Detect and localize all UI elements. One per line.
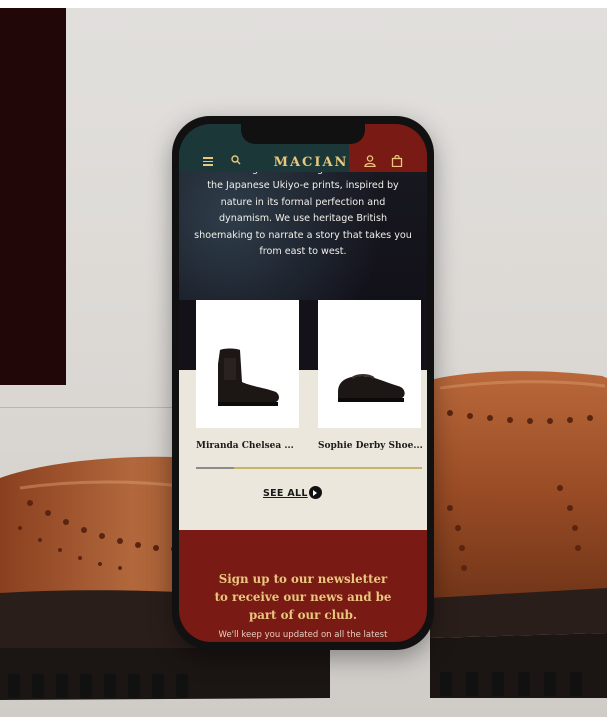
newsletter-section: Sign up to our newsletter to receive our…	[179, 530, 427, 642]
user-icon[interactable]	[364, 155, 376, 167]
product-card[interactable]	[196, 300, 299, 428]
phone-notch	[241, 124, 365, 144]
hero-text-line: shoemaking to narrate a story that takes…	[194, 229, 412, 241]
hamburger-menu-icon[interactable]	[203, 157, 213, 166]
shopping-bag-icon[interactable]	[391, 155, 403, 167]
phone-mockup: contrasting voids. Taking references fro…	[172, 116, 434, 650]
hero-description: contrasting voids. Taking references fro…	[185, 162, 421, 260]
hero-text-line: the Japanese Ukiyo-e prints, inspired by	[207, 180, 399, 192]
search-icon[interactable]	[231, 155, 241, 165]
product-name[interactable]: Miranda Chelsea ...	[196, 441, 294, 451]
products-section: Miranda Chelsea ... Sophie Derby Shoe...…	[179, 300, 427, 530]
hero-text-line: nature in its formal perfection and	[220, 196, 386, 208]
arrow-right-icon[interactable]	[309, 486, 322, 499]
phone-screen: contrasting voids. Taking references fro…	[179, 124, 427, 642]
newsletter-title: Sign up to our newsletter to receive our…	[214, 572, 392, 622]
carousel-scrollbar[interactable]	[196, 466, 422, 469]
derby-shoe-image	[338, 374, 405, 402]
see-all-link[interactable]: SEE ALL	[263, 488, 308, 499]
product-name[interactable]: Sophie Derby Shoe...	[318, 441, 423, 451]
chelsea-boot-image	[218, 348, 279, 406]
carousel-scrollbar-thumb[interactable]	[196, 466, 235, 469]
product-card[interactable]	[318, 300, 421, 428]
brand-logo[interactable]: MACIAN	[271, 155, 351, 170]
hero-text-line: from east to west.	[259, 246, 347, 258]
newsletter-subtitle: We'll keep you updated on all the latest	[218, 630, 388, 640]
hero-text-line: dynamism. We use heritage British	[218, 213, 388, 225]
